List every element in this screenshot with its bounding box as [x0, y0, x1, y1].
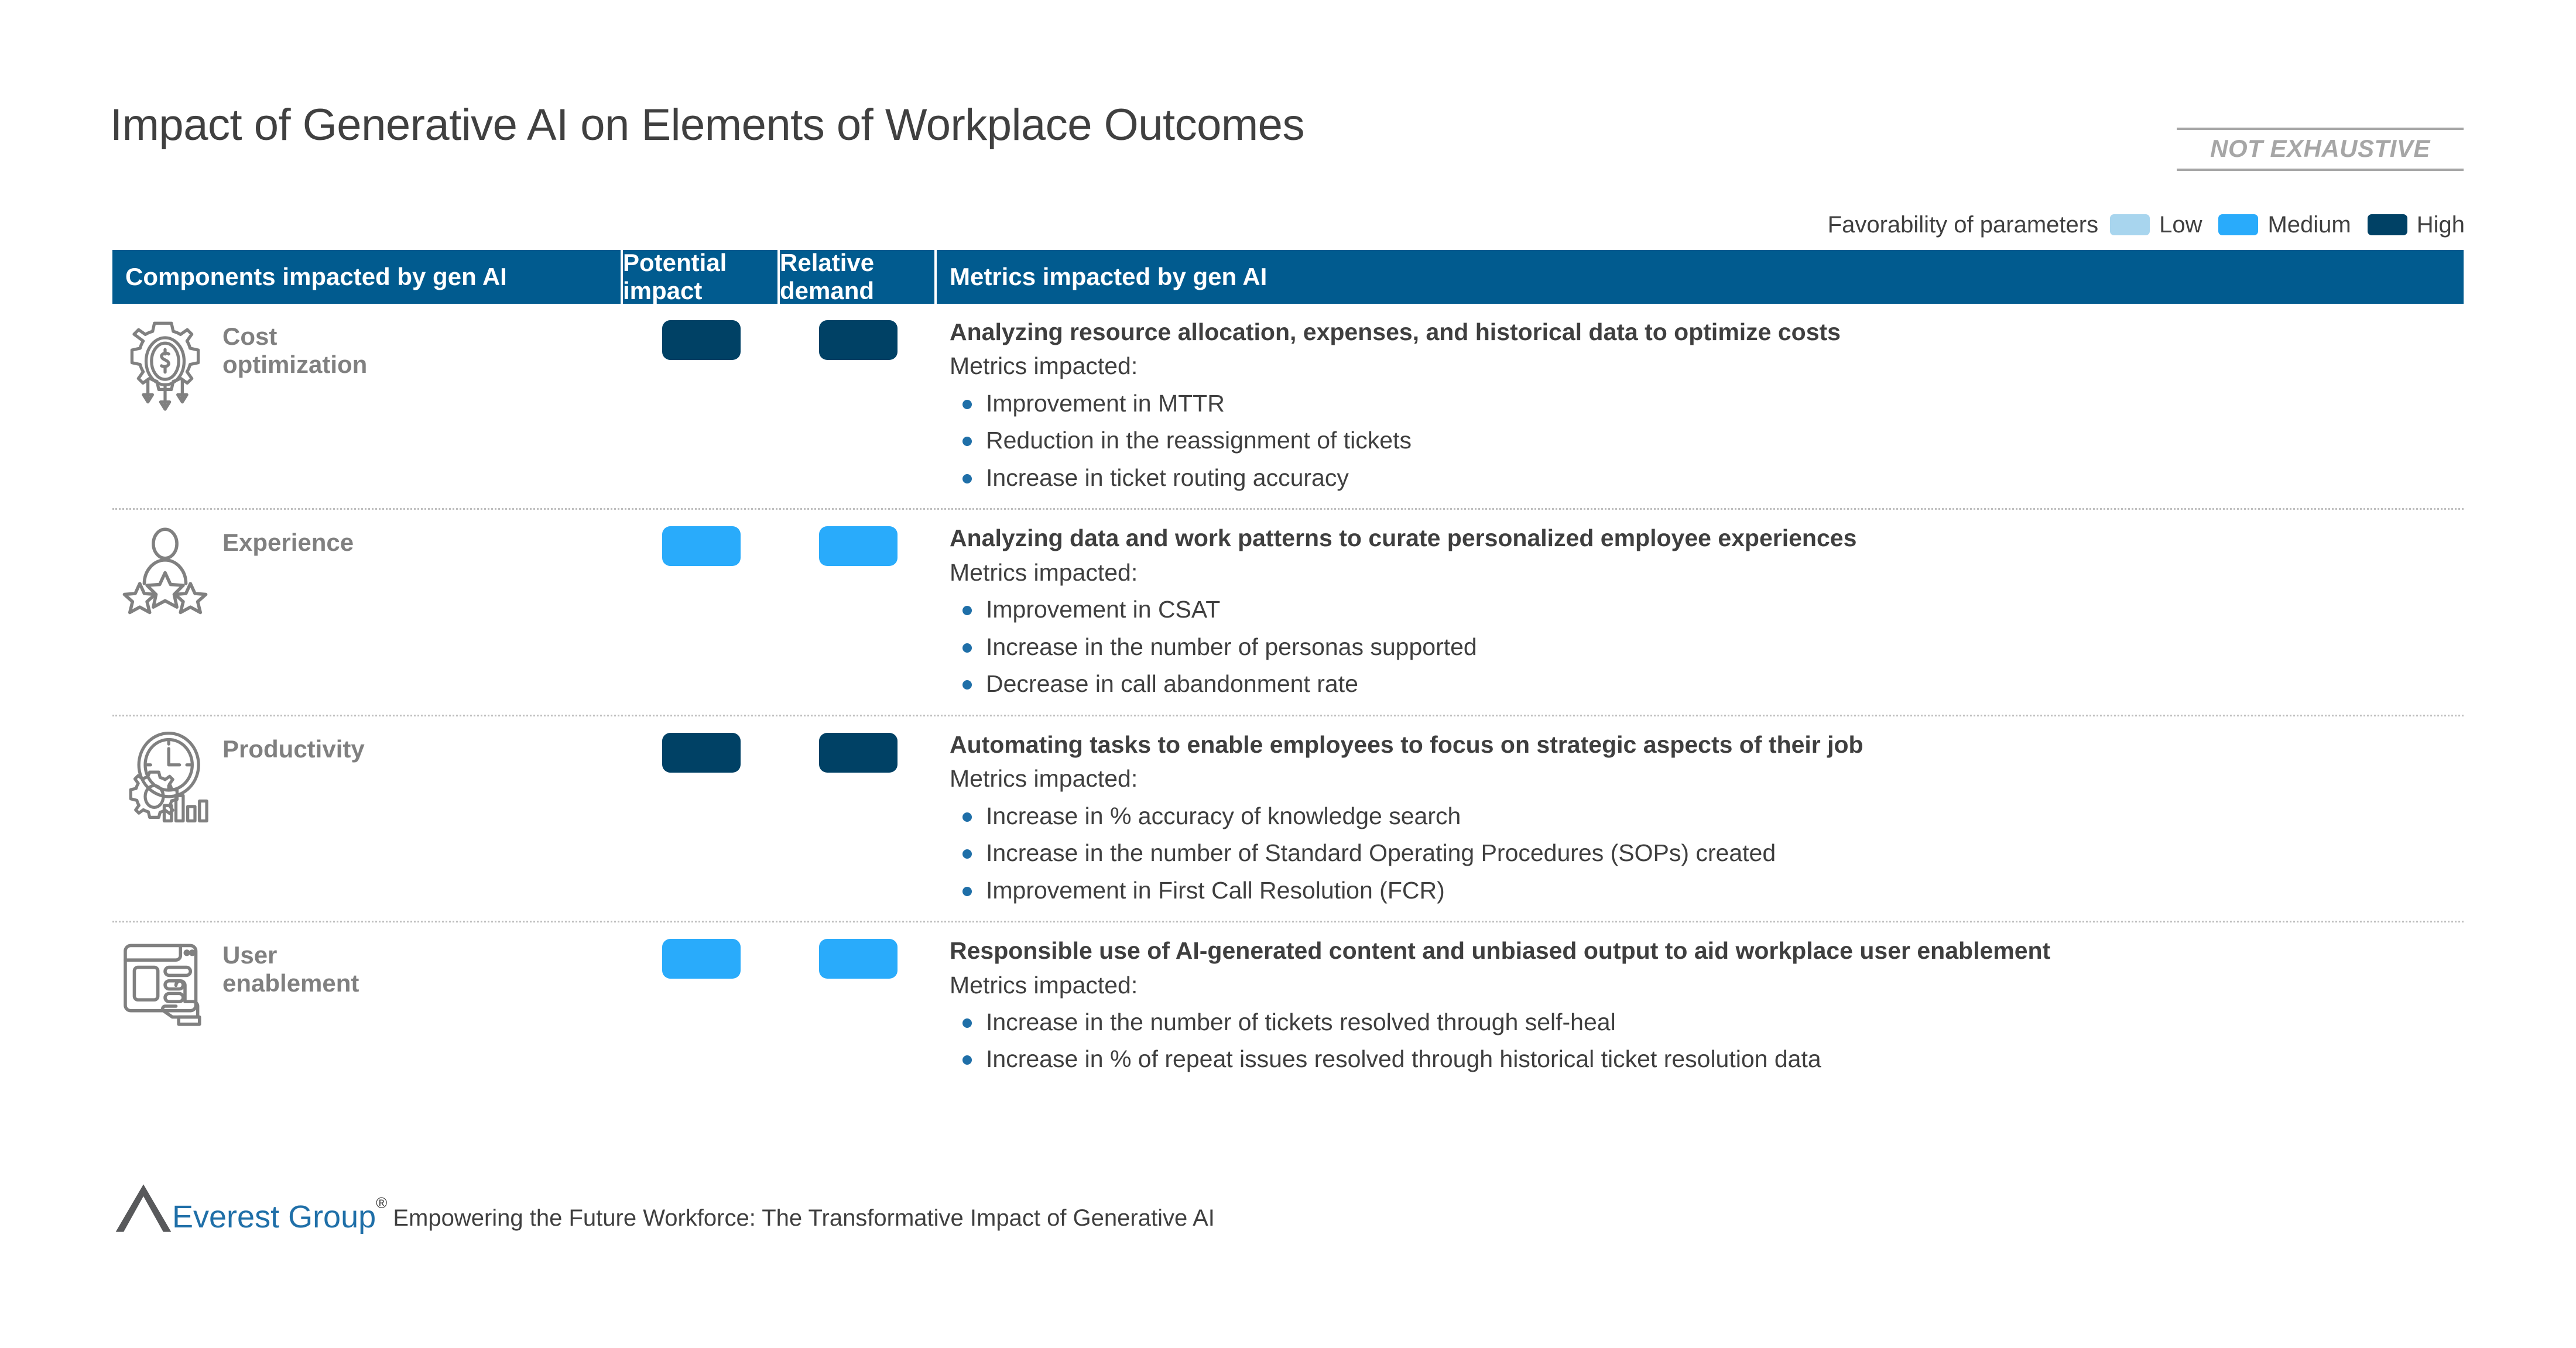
potential-impact-pill [662, 526, 741, 567]
legend-title: Favorability of parameters [1827, 211, 2099, 238]
list-item: Improvement in CSAT [950, 594, 2464, 625]
metrics-list: Improvement in CSAT Increase in the numb… [950, 594, 2464, 699]
relative-demand-cell [780, 716, 937, 921]
potential-impact-cell [623, 304, 780, 508]
table-row: Productivity Automating tasks to enable … [112, 714, 2464, 921]
metrics-headline: Analyzing resource allocation, expenses,… [950, 318, 1841, 345]
table-row: Cost optimization Analyzing resource all… [112, 304, 2464, 508]
metrics-cell: Analyzing data and work patterns to cura… [937, 510, 2464, 714]
relative-demand-cell [780, 304, 937, 508]
metrics-label: Metrics impacted: [950, 765, 1138, 793]
relative-demand-cell [780, 510, 937, 714]
everest-peak-logo-icon [112, 1182, 174, 1234]
relative-demand-pill [819, 320, 898, 360]
outcomes-table: Components impacted by gen AI Potential … [112, 249, 2464, 1090]
table-header-row: Components impacted by gen AI Potential … [112, 249, 2464, 304]
relative-demand-pill [819, 939, 898, 979]
registered-mark: ® [376, 1194, 388, 1212]
not-exhaustive-label: NOT EXHAUSTIVE [2210, 135, 2430, 162]
user-enablement-icon [118, 937, 212, 1036]
component-label: Cost optimization [222, 323, 368, 379]
potential-impact-cell [623, 716, 780, 921]
legend-label-low: Low [2159, 211, 2202, 238]
legend-swatch-low [2110, 214, 2150, 235]
metrics-cell: Automating tasks to enable employees to … [937, 716, 2464, 921]
footer: Everest Group® Empowering the Future Wor… [112, 1181, 1215, 1234]
experience-icon [118, 524, 212, 623]
metrics-list: Increase in the number of tickets resolv… [950, 1007, 2464, 1075]
potential-impact-pill [662, 939, 741, 979]
list-item: Increase in the number of personas suppo… [950, 632, 2464, 662]
table-row: Experience Analyzing data and work patte… [112, 508, 2464, 714]
list-item: Decrease in call abandonment rate [950, 668, 2464, 699]
component-label: Experience [222, 529, 354, 557]
productivity-icon [118, 730, 212, 830]
list-item: Increase in % accuracy of knowledge sear… [950, 801, 2464, 831]
metrics-list: Improvement in MTTR Reduction in the rea… [950, 388, 2464, 493]
metrics-label: Metrics impacted: [950, 558, 1138, 586]
relative-demand-pill [819, 732, 898, 773]
column-header-components: Components impacted by gen AI [112, 250, 623, 304]
potential-impact-pill [662, 320, 741, 360]
list-item: Increase in the number of Standard Opera… [950, 838, 2464, 868]
metrics-list: Increase in % accuracy of knowledge sear… [950, 801, 2464, 905]
component-cell: Cost optimization [112, 304, 623, 508]
metrics-cell: Analyzing resource allocation, expenses,… [937, 304, 2464, 508]
component-label: Productivity [222, 735, 365, 763]
column-header-relative-demand: Relative demand [780, 249, 937, 304]
list-item: Increase in ticket routing accuracy [950, 462, 2464, 493]
legend-swatch-medium [2218, 214, 2259, 235]
list-item: Improvement in MTTR [950, 388, 2464, 419]
column-header-potential-impact: Potential impact [623, 249, 780, 304]
metrics-cell: Responsible use of AI-generated content … [937, 922, 2464, 1090]
metrics-headline: Analyzing data and work patterns to cura… [950, 524, 1857, 552]
list-item: Increase in % of repeat issues resolved … [950, 1044, 2464, 1074]
list-item: Increase in the number of tickets resolv… [950, 1007, 2464, 1037]
component-cell: Productivity [112, 716, 623, 921]
column-header-metrics: Metrics impacted by gen AI [937, 250, 2464, 304]
component-label: User enablement [222, 941, 359, 997]
metrics-label: Metrics impacted: [950, 971, 1138, 999]
metrics-headline: Responsible use of AI-generated content … [950, 937, 2051, 965]
potential-impact-cell [623, 922, 780, 1090]
page-title: Impact of Generative AI on Elements of W… [110, 100, 1304, 150]
table-row: User enablement Responsible use of AI-ge… [112, 921, 2464, 1090]
legend-label-medium: Medium [2267, 211, 2351, 238]
component-cell: Experience [112, 510, 623, 714]
everest-group-brand: Everest Group® [172, 1195, 387, 1234]
relative-demand-pill [819, 526, 898, 567]
relative-demand-cell [780, 922, 937, 1090]
metrics-label: Metrics impacted: [950, 352, 1138, 380]
favorability-legend: Favorability of parameters Low Medium Hi… [1828, 212, 2465, 238]
metrics-headline: Automating tasks to enable employees to … [950, 730, 1864, 758]
list-item: Improvement in First Call Resolution (FC… [950, 875, 2464, 905]
cost-optimization-icon [118, 318, 212, 417]
not-exhaustive-stamp: NOT EXHAUSTIVE [2177, 128, 2464, 171]
legend-label-high: High [2416, 211, 2465, 238]
brand-text: Everest Group [172, 1199, 376, 1234]
footer-report-title: Empowering the Future Workforce: The Tra… [393, 1205, 1215, 1231]
list-item: Reduction in the reassignment of tickets [950, 425, 2464, 455]
potential-impact-cell [623, 510, 780, 714]
potential-impact-pill [662, 732, 741, 773]
legend-swatch-high [2367, 214, 2407, 235]
component-cell: User enablement [112, 922, 623, 1090]
